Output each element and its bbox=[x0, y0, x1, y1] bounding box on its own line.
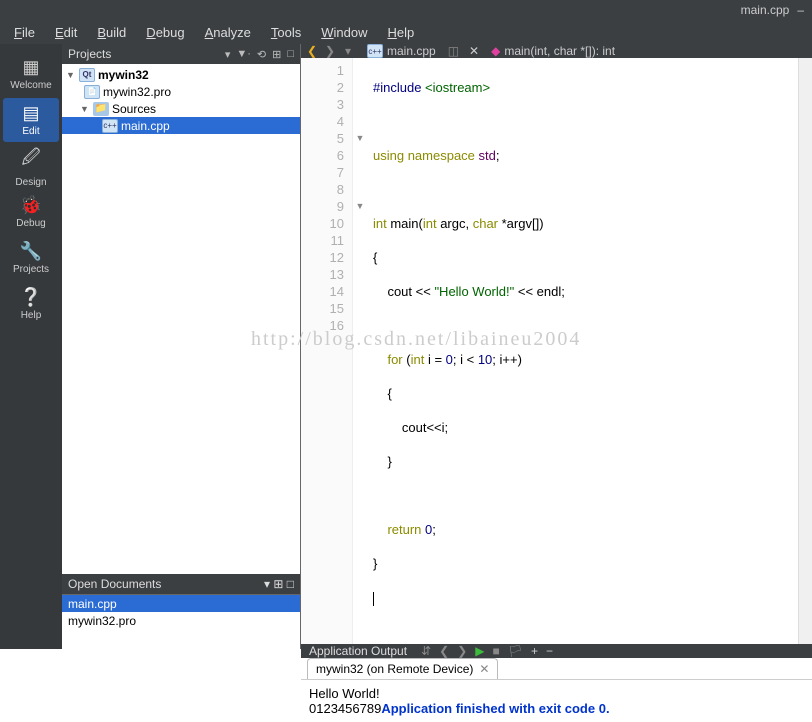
pro-file-icon: 📄 bbox=[84, 85, 100, 99]
tree-main-cpp[interactable]: c++ main.cpp bbox=[62, 117, 300, 134]
editor-tabbar: ❮ ❯ ▾ c++ main.cpp ◫ ✕ ◆ main(int, char … bbox=[301, 44, 812, 58]
tree-root[interactable]: ▼ Qt mywin32 bbox=[62, 66, 300, 83]
sidebar-help[interactable]: ❔ Help bbox=[3, 282, 59, 326]
code-area[interactable]: #include <iostream> using namespace std;… bbox=[367, 58, 798, 644]
edit-icon: ▤ bbox=[22, 103, 39, 124]
output-panel-header: Application Output ⇵ ❮ ❯ ▶ ■ 🏳 + − bbox=[301, 644, 812, 658]
sidebar-projects[interactable]: 🔧 Projects bbox=[3, 236, 59, 280]
link-icon[interactable]: ⟲ bbox=[257, 48, 266, 61]
folder-icon: 📁 bbox=[93, 102, 109, 116]
projects-title: Projects bbox=[68, 47, 111, 61]
function-icon: ◆ bbox=[491, 44, 500, 58]
sidebar-debug[interactable]: 🐞 Debug bbox=[3, 190, 59, 234]
output-title: Application Output bbox=[309, 644, 407, 658]
menu-analyze[interactable]: Analyze bbox=[195, 22, 261, 43]
question-icon: ❔ bbox=[20, 287, 42, 308]
fold-column: ▼ ▼ bbox=[353, 58, 367, 644]
breadcrumb[interactable]: ◆ main(int, char *[]): int bbox=[485, 44, 812, 58]
nav-dropdown-icon[interactable]: ▾ bbox=[341, 44, 355, 58]
output-prev-icon[interactable]: ❮ bbox=[439, 644, 449, 658]
arrow-down-icon: ▼ bbox=[66, 70, 76, 80]
sidebar-edit[interactable]: ▤ Edit bbox=[3, 98, 59, 142]
project-icon: Qt bbox=[79, 68, 95, 82]
code-editor[interactable]: 12345678 910111213141516 ▼ ▼ #include <i… bbox=[301, 58, 812, 644]
output-tab-mywin32[interactable]: mywin32 (on Remote Device) ✕ bbox=[307, 658, 498, 679]
bug-icon: 🐞 bbox=[20, 195, 42, 216]
dropdown-icon[interactable]: ▾ bbox=[225, 48, 231, 61]
output-line: 0123456789Application finished with exit… bbox=[309, 701, 804, 716]
split-icon[interactable]: ⊞ bbox=[273, 577, 283, 591]
filter-icon[interactable]: ▼· bbox=[236, 48, 251, 61]
menu-window[interactable]: Window bbox=[311, 22, 377, 43]
window-title: main.cpp bbox=[741, 3, 790, 17]
open-doc-main[interactable]: main.cpp bbox=[62, 595, 300, 612]
menu-edit[interactable]: Edit bbox=[45, 22, 87, 43]
tree-sources-folder[interactable]: ▼ 📁 Sources bbox=[62, 100, 300, 117]
cpp-file-icon: c++ bbox=[102, 119, 118, 133]
open-doc-pro[interactable]: mywin32.pro bbox=[62, 612, 300, 629]
sidebar-welcome[interactable]: ▦ Welcome bbox=[3, 52, 59, 96]
projects-panel-header: Projects ▾ ▼· ⟲ ⊞ □ bbox=[62, 44, 300, 64]
menu-debug[interactable]: Debug bbox=[136, 22, 194, 43]
remove-output-icon[interactable]: − bbox=[546, 644, 553, 658]
output-tabs: mywin32 (on Remote Device) ✕ bbox=[301, 658, 812, 680]
tab-split-icon[interactable]: ◫ bbox=[444, 44, 463, 58]
project-tree: ▼ Qt mywin32 📄 mywin32.pro ▼ 📁 Sources c… bbox=[62, 64, 300, 574]
run-icon[interactable]: ▶ bbox=[475, 644, 484, 658]
title-bar: main.cpp – bbox=[0, 0, 812, 20]
output-next-icon[interactable]: ❯ bbox=[457, 644, 467, 658]
menu-tools[interactable]: Tools bbox=[261, 22, 311, 43]
line-gutter: 12345678 910111213141516 bbox=[301, 58, 353, 644]
close-panel-icon[interactable]: □ bbox=[287, 577, 294, 591]
arrow-down-icon: ▼ bbox=[80, 104, 90, 114]
attach-icon[interactable]: 🏳 bbox=[508, 644, 523, 658]
nav-back-icon[interactable]: ❮ bbox=[305, 44, 319, 58]
left-sidebar: ▦ Welcome ▤ Edit 🖉 Design 🐞 Debug 🔧 Proj… bbox=[0, 44, 62, 649]
sidebar-design[interactable]: 🖉 Design bbox=[3, 144, 59, 188]
nav-forward-icon[interactable]: ❯ bbox=[323, 44, 337, 58]
stop-icon[interactable]: ■ bbox=[492, 644, 499, 658]
menu-help[interactable]: Help bbox=[377, 22, 424, 43]
tree-pro-file[interactable]: 📄 mywin32.pro bbox=[62, 83, 300, 100]
editor-tab-main[interactable]: c++ main.cpp bbox=[359, 44, 444, 58]
wrench-icon: 🔧 bbox=[20, 241, 42, 262]
close-tab-icon[interactable]: ✕ bbox=[479, 662, 489, 676]
output-console: Hello World! 0123456789Application finis… bbox=[301, 680, 812, 722]
close-panel-icon[interactable]: □ bbox=[287, 48, 294, 61]
menu-bar: File Edit Build Debug Analyze Tools Wind… bbox=[0, 20, 812, 44]
output-nav-icon[interactable]: ⇵ bbox=[421, 644, 431, 658]
menu-build[interactable]: Build bbox=[87, 22, 136, 43]
menu-file[interactable]: File bbox=[4, 22, 45, 43]
vertical-scrollbar[interactable] bbox=[798, 58, 812, 644]
add-output-icon[interactable]: + bbox=[531, 644, 538, 658]
open-docs-title: Open Documents bbox=[68, 577, 161, 591]
minimize-icon[interactable]: – bbox=[797, 3, 804, 17]
open-docs-header: Open Documents ▾ ⊞ □ bbox=[62, 574, 300, 594]
open-docs-list: main.cpp mywin32.pro bbox=[62, 594, 300, 649]
dropdown-icon[interactable]: ▾ bbox=[264, 577, 270, 591]
pencil-icon: 🖉 bbox=[21, 145, 40, 175]
grid-icon: ▦ bbox=[22, 57, 39, 78]
tab-close-icon[interactable]: ✕ bbox=[463, 44, 485, 58]
cpp-file-icon: c++ bbox=[367, 44, 383, 58]
output-line: Hello World! bbox=[309, 686, 804, 701]
split-icon[interactable]: ⊞ bbox=[272, 48, 281, 61]
